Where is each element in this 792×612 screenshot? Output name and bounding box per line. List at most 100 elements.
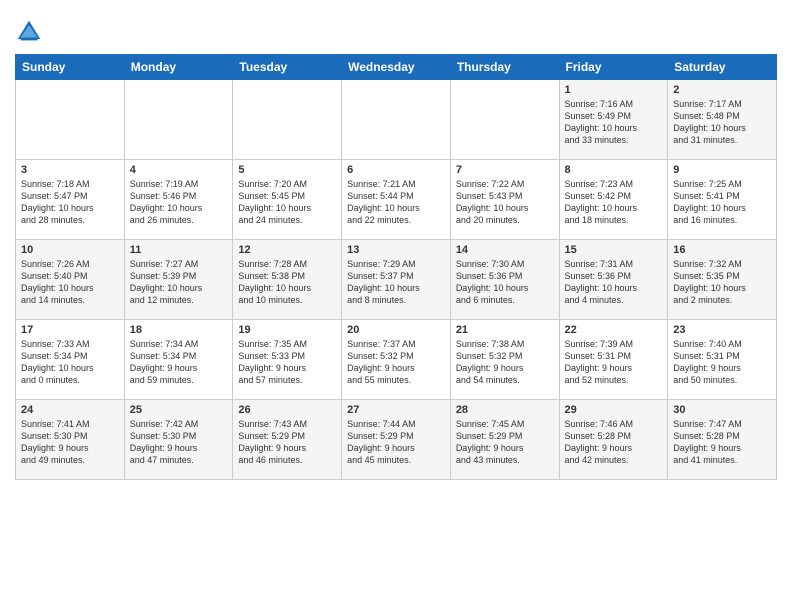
day-number: 27 — [347, 404, 445, 416]
calendar-cell: 18 Sunrise: 7:34 AM Sunset: 5:34 PM Dayli… — [124, 320, 233, 400]
day-info: Sunrise: 7:47 AM Sunset: 5:28 PM Dayligh… — [673, 418, 771, 467]
day-info: Sunrise: 7:32 AM Sunset: 5:35 PM Dayligh… — [673, 258, 771, 307]
day-info: Sunrise: 7:17 AM Sunset: 5:48 PM Dayligh… — [673, 98, 771, 147]
day-number: 14 — [456, 244, 554, 256]
day-info: Sunrise: 7:34 AM Sunset: 5:34 PM Dayligh… — [130, 338, 228, 387]
day-number: 2 — [673, 84, 771, 96]
calendar-cell: 5 Sunrise: 7:20 AM Sunset: 5:45 PM Daylig… — [233, 160, 342, 240]
calendar-cell — [450, 80, 559, 160]
day-number: 11 — [130, 244, 228, 256]
calendar-cell: 28 Sunrise: 7:45 AM Sunset: 5:29 PM Dayli… — [450, 400, 559, 480]
calendar-cell — [342, 80, 451, 160]
calendar-cell: 13 Sunrise: 7:29 AM Sunset: 5:37 PM Dayli… — [342, 240, 451, 320]
day-number: 4 — [130, 164, 228, 176]
day-number: 6 — [347, 164, 445, 176]
day-number: 10 — [21, 244, 119, 256]
day-number: 13 — [347, 244, 445, 256]
day-info: Sunrise: 7:25 AM Sunset: 5:41 PM Dayligh… — [673, 178, 771, 227]
logo-icon — [15, 18, 43, 46]
header — [15, 10, 777, 46]
calendar-cell: 24Sunrise: 7:41 AM Sunset: 5:30 PM Dayli… — [16, 400, 125, 480]
calendar-body: 1 Sunrise: 7:16 AM Sunset: 5:49 PM Daylig… — [16, 80, 777, 480]
day-number: 7 — [456, 164, 554, 176]
day-number: 22 — [565, 324, 663, 336]
day-number: 3 — [21, 164, 119, 176]
calendar-table: SundayMondayTuesdayWednesdayThursdayFrid… — [15, 54, 777, 480]
day-info: Sunrise: 7:21 AM Sunset: 5:44 PM Dayligh… — [347, 178, 445, 227]
calendar-cell: 8Sunrise: 7:23 AM Sunset: 5:42 PM Daylig… — [559, 160, 668, 240]
calendar-cell: 2 Sunrise: 7:17 AM Sunset: 5:48 PM Daylig… — [668, 80, 777, 160]
calendar-cell: 14 Sunrise: 7:30 AM Sunset: 5:36 PM Dayli… — [450, 240, 559, 320]
day-number: 29 — [565, 404, 663, 416]
day-info: Sunrise: 7:29 AM Sunset: 5:37 PM Dayligh… — [347, 258, 445, 307]
day-number: 18 — [130, 324, 228, 336]
weekday-header-tuesday: Tuesday — [233, 55, 342, 80]
day-info: Sunrise: 7:16 AM Sunset: 5:49 PM Dayligh… — [565, 98, 663, 147]
calendar-cell: 9 Sunrise: 7:25 AM Sunset: 5:41 PM Daylig… — [668, 160, 777, 240]
weekday-header-monday: Monday — [124, 55, 233, 80]
day-info: Sunrise: 7:38 AM Sunset: 5:32 PM Dayligh… — [456, 338, 554, 387]
calendar-cell: 17 Sunrise: 7:33 AM Sunset: 5:34 PM Dayli… — [16, 320, 125, 400]
day-number: 26 — [238, 404, 336, 416]
calendar-cell: 10Sunrise: 7:26 AM Sunset: 5:40 PM Dayli… — [16, 240, 125, 320]
calendar-cell: 12 Sunrise: 7:28 AM Sunset: 5:38 PM Dayli… — [233, 240, 342, 320]
day-info: Sunrise: 7:42 AM Sunset: 5:30 PM Dayligh… — [130, 418, 228, 467]
calendar-cell: 3Sunrise: 7:18 AM Sunset: 5:47 PM Daylig… — [16, 160, 125, 240]
weekday-header-sunday: Sunday — [16, 55, 125, 80]
day-number: 28 — [456, 404, 554, 416]
day-number: 1 — [565, 84, 663, 96]
day-info: Sunrise: 7:28 AM Sunset: 5:38 PM Dayligh… — [238, 258, 336, 307]
calendar-cell: 1 Sunrise: 7:16 AM Sunset: 5:49 PM Daylig… — [559, 80, 668, 160]
day-number: 21 — [456, 324, 554, 336]
day-info: Sunrise: 7:45 AM Sunset: 5:29 PM Dayligh… — [456, 418, 554, 467]
calendar-cell: 4 Sunrise: 7:19 AM Sunset: 5:46 PM Daylig… — [124, 160, 233, 240]
logo — [15, 18, 45, 46]
day-number: 15 — [565, 244, 663, 256]
calendar-cell: 6 Sunrise: 7:21 AM Sunset: 5:44 PM Daylig… — [342, 160, 451, 240]
weekday-header-thursday: Thursday — [450, 55, 559, 80]
calendar-week-1: 1 Sunrise: 7:16 AM Sunset: 5:49 PM Daylig… — [16, 80, 777, 160]
day-info: Sunrise: 7:19 AM Sunset: 5:46 PM Dayligh… — [130, 178, 228, 227]
calendar-cell: 20 Sunrise: 7:37 AM Sunset: 5:32 PM Dayli… — [342, 320, 451, 400]
day-info: Sunrise: 7:46 AM Sunset: 5:28 PM Dayligh… — [565, 418, 663, 467]
calendar-cell: 27 Sunrise: 7:44 AM Sunset: 5:29 PM Dayli… — [342, 400, 451, 480]
calendar-cell: 25 Sunrise: 7:42 AM Sunset: 5:30 PM Dayli… — [124, 400, 233, 480]
day-info: Sunrise: 7:43 AM Sunset: 5:29 PM Dayligh… — [238, 418, 336, 467]
day-number: 23 — [673, 324, 771, 336]
calendar-cell: 16 Sunrise: 7:32 AM Sunset: 5:35 PM Dayli… — [668, 240, 777, 320]
calendar-week-3: 10Sunrise: 7:26 AM Sunset: 5:40 PM Dayli… — [16, 240, 777, 320]
day-info: Sunrise: 7:39 AM Sunset: 5:31 PM Dayligh… — [565, 338, 663, 387]
calendar-cell: 7Sunrise: 7:22 AM Sunset: 5:43 PM Daylig… — [450, 160, 559, 240]
day-info: Sunrise: 7:20 AM Sunset: 5:45 PM Dayligh… — [238, 178, 336, 227]
calendar-header: SundayMondayTuesdayWednesdayThursdayFrid… — [16, 55, 777, 80]
calendar-cell: 11Sunrise: 7:27 AM Sunset: 5:39 PM Dayli… — [124, 240, 233, 320]
calendar-cell — [233, 80, 342, 160]
day-info: Sunrise: 7:23 AM Sunset: 5:42 PM Dayligh… — [565, 178, 663, 227]
calendar-cell: 15Sunrise: 7:31 AM Sunset: 5:36 PM Dayli… — [559, 240, 668, 320]
calendar-cell: 29 Sunrise: 7:46 AM Sunset: 5:28 PM Dayli… — [559, 400, 668, 480]
calendar-week-5: 24Sunrise: 7:41 AM Sunset: 5:30 PM Dayli… — [16, 400, 777, 480]
calendar-cell: 22 Sunrise: 7:39 AM Sunset: 5:31 PM Dayli… — [559, 320, 668, 400]
calendar-cell: 23 Sunrise: 7:40 AM Sunset: 5:31 PM Dayli… — [668, 320, 777, 400]
day-number: 16 — [673, 244, 771, 256]
day-number: 12 — [238, 244, 336, 256]
calendar-cell: 30 Sunrise: 7:47 AM Sunset: 5:28 PM Dayli… — [668, 400, 777, 480]
day-number: 30 — [673, 404, 771, 416]
day-number: 20 — [347, 324, 445, 336]
day-number: 9 — [673, 164, 771, 176]
day-number: 25 — [130, 404, 228, 416]
weekday-row: SundayMondayTuesdayWednesdayThursdayFrid… — [16, 55, 777, 80]
day-info: Sunrise: 7:35 AM Sunset: 5:33 PM Dayligh… — [238, 338, 336, 387]
calendar-week-4: 17 Sunrise: 7:33 AM Sunset: 5:34 PM Dayli… — [16, 320, 777, 400]
day-number: 17 — [21, 324, 119, 336]
day-info: Sunrise: 7:30 AM Sunset: 5:36 PM Dayligh… — [456, 258, 554, 307]
calendar-cell — [124, 80, 233, 160]
calendar-cell: 26 Sunrise: 7:43 AM Sunset: 5:29 PM Dayli… — [233, 400, 342, 480]
calendar-cell: 19Sunrise: 7:35 AM Sunset: 5:33 PM Dayli… — [233, 320, 342, 400]
day-info: Sunrise: 7:33 AM Sunset: 5:34 PM Dayligh… — [21, 338, 119, 387]
day-info: Sunrise: 7:44 AM Sunset: 5:29 PM Dayligh… — [347, 418, 445, 467]
calendar-cell — [16, 80, 125, 160]
day-info: Sunrise: 7:37 AM Sunset: 5:32 PM Dayligh… — [347, 338, 445, 387]
day-info: Sunrise: 7:40 AM Sunset: 5:31 PM Dayligh… — [673, 338, 771, 387]
day-number: 5 — [238, 164, 336, 176]
